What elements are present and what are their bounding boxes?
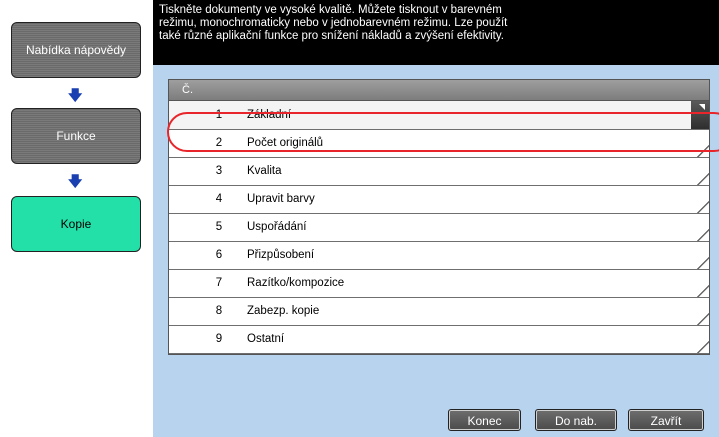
item-label: Přizpůsobení	[247, 249, 315, 261]
corner-fold-icon	[697, 313, 709, 325]
list-item[interactable]: 9 Ostatní	[169, 326, 709, 354]
item-label: Počet originálů	[247, 137, 324, 149]
item-label: Ostatní	[247, 333, 285, 345]
list-header-number: Č.	[182, 84, 193, 96]
list-item[interactable]: 8 Zabezp. kopie	[169, 298, 709, 326]
item-label: Zabezp. kopie	[247, 305, 320, 317]
to-menu-button[interactable]: Do nab.	[535, 409, 617, 431]
item-number: 9	[215, 333, 223, 345]
item-label: Razítko/kompozice	[247, 277, 345, 289]
description-panel: Tiskněte dokumenty ve vysoké kvalitě. Mů…	[153, 0, 719, 64]
arrow-down-icon: 🡇	[68, 173, 83, 189]
list-item-selected[interactable]: 1 Základní	[169, 101, 709, 130]
close-button[interactable]: Zavřít	[628, 409, 704, 431]
corner-fold-icon	[697, 145, 709, 157]
content-area: Č. 1 Základní 2 Počet originálů 3 Kvalit…	[153, 64, 719, 437]
corner-fold-icon	[697, 257, 709, 269]
item-label: Kvalita	[247, 165, 282, 177]
description-line: režimu, monochromaticky nebo v jednobare…	[159, 17, 508, 29]
list-item[interactable]: 4 Upravit barvy	[169, 186, 709, 214]
list-header: Č.	[169, 80, 709, 101]
copy-button[interactable]: Kopie	[11, 196, 141, 252]
function-list: Č. 1 Základní 2 Počet originálů 3 Kvalit…	[167, 79, 719, 355]
item-number: 6	[215, 249, 223, 261]
copy-label: Kopie	[60, 217, 92, 231]
arrow-down-icon: 🡇	[68, 87, 83, 103]
item-label: Upravit barvy	[247, 193, 315, 205]
corner-fold-icon	[697, 229, 709, 241]
list-item[interactable]: 2 Počet originálů	[169, 130, 709, 158]
item-label: Základní	[247, 109, 292, 121]
corner-fold-icon	[697, 201, 709, 213]
corner-fold-icon	[697, 173, 709, 185]
item-number: 3	[215, 165, 223, 177]
item-number: 5	[215, 221, 223, 233]
main-panel: Tiskněte dokumenty ve vysoké kvalitě. Mů…	[153, 0, 719, 437]
description-line: Tiskněte dokumenty ve vysoké kvalitě. Mů…	[159, 4, 502, 16]
selection-indicator-icon	[691, 101, 709, 129]
list-item[interactable]: 7 Razítko/kompozice	[169, 270, 709, 298]
functions-button[interactable]: Funkce	[11, 108, 141, 164]
list-item[interactable]: 5 Uspořádání	[169, 214, 709, 242]
corner-fold-icon	[697, 285, 709, 297]
close-button-label: Zavřít	[650, 414, 682, 428]
item-number: 8	[215, 305, 223, 317]
list-item[interactable]: 6 Přizpůsobení	[169, 242, 709, 270]
functions-label: Funkce	[56, 129, 96, 143]
help-menu-button[interactable]: Nabídka nápovědy	[11, 22, 141, 78]
to-menu-button-label: Do nab.	[554, 414, 598, 428]
item-number: 4	[215, 193, 223, 205]
item-number: 1	[215, 109, 223, 121]
sidebar: Nabídka nápovědy 🡇 Funkce 🡇 Kopie	[0, 0, 153, 437]
item-number: 7	[215, 277, 223, 289]
corner-fold-icon	[697, 341, 709, 353]
exit-button-label: Konec	[467, 414, 502, 428]
description-line: také různé aplikační funkce pro snížení …	[159, 30, 504, 42]
item-number: 2	[215, 137, 223, 149]
list-item[interactable]: 3 Kvalita	[169, 158, 709, 186]
item-label: Uspořádání	[247, 221, 307, 233]
help-menu-label: Nabídka nápovědy	[25, 43, 127, 57]
exit-button[interactable]: Konec	[448, 409, 521, 431]
